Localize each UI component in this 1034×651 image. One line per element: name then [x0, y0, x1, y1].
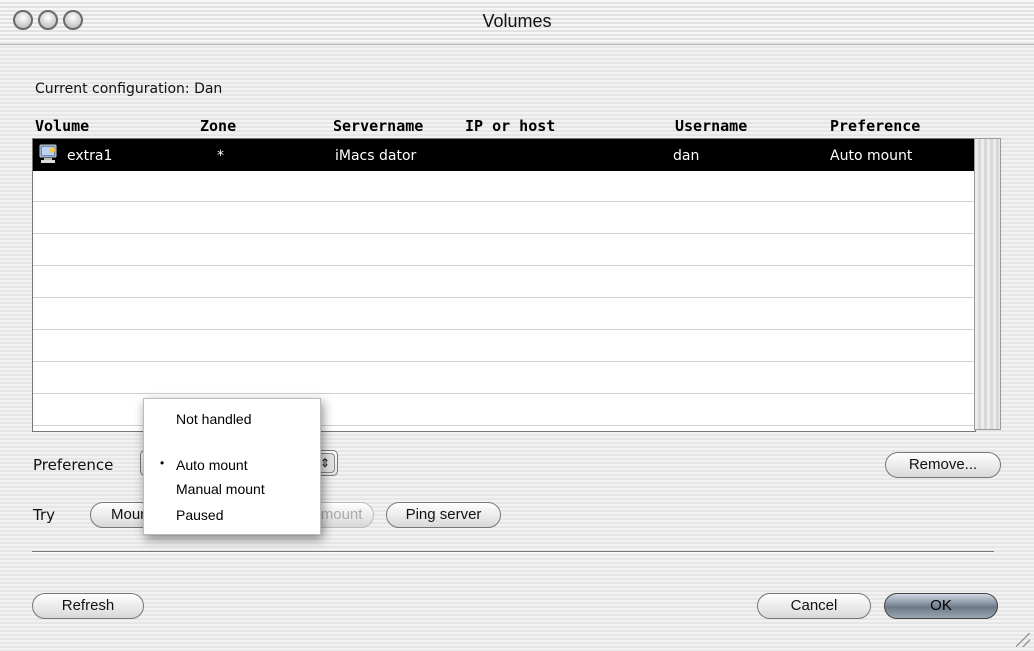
cell-zone: * — [217, 148, 224, 164]
resize-grip-icon[interactable] — [1016, 633, 1030, 647]
table-row-selected[interactable]: extra1 * iMacs dator dan Auto mount — [33, 139, 975, 171]
selected-bullet-icon: • — [160, 456, 165, 470]
preference-label: Preference — [33, 456, 114, 474]
remove-button[interactable]: Remove... — [885, 452, 1001, 478]
ping-server-button[interactable]: Ping server — [386, 502, 501, 528]
column-header-username[interactable]: Username — [675, 117, 747, 135]
divider — [32, 551, 994, 553]
volumes-window: Volumes Current configuration: Dan Volum… — [0, 0, 1034, 651]
cell-preference: Auto mount — [830, 148, 913, 164]
cell-username: dan — [673, 148, 700, 164]
volumes-table[interactable]: extra1 * iMacs dator dan Auto mount — [32, 138, 976, 432]
cell-volume: extra1 — [67, 148, 113, 164]
table-row[interactable] — [33, 235, 975, 266]
refresh-button[interactable]: Refresh — [32, 593, 144, 619]
menu-item-paused[interactable]: Paused — [176, 507, 223, 523]
column-header-ip-or-host[interactable]: IP or host — [465, 117, 555, 135]
cell-servername: iMacs dator — [335, 148, 417, 164]
title-bar[interactable]: Volumes — [0, 0, 1034, 45]
ok-button[interactable]: OK — [884, 593, 998, 619]
current-configuration-label: Current configuration: Dan — [35, 81, 223, 97]
try-label: Try — [33, 506, 56, 524]
preference-dropdown-menu[interactable]: Not handled • Auto mount Manual mount Pa… — [143, 398, 321, 535]
table-row[interactable] — [33, 203, 975, 234]
table-row[interactable] — [33, 171, 975, 202]
column-header-volume[interactable]: Volume — [35, 117, 89, 135]
column-header-servername[interactable]: Servername — [333, 117, 423, 135]
table-row[interactable] — [33, 331, 975, 362]
table-row[interactable] — [33, 299, 975, 330]
table-scrollbar[interactable] — [974, 138, 1001, 430]
table-row[interactable] — [33, 267, 975, 298]
menu-item-manual-mount[interactable]: Manual mount — [176, 481, 265, 497]
menu-item-auto-mount[interactable]: Auto mount — [176, 457, 248, 473]
table-row[interactable] — [33, 363, 975, 394]
window-title: Volumes — [482, 11, 552, 31]
column-header-preference[interactable]: Preference — [830, 117, 920, 135]
column-header-zone[interactable]: Zone — [200, 117, 236, 135]
menu-item-not-handled[interactable]: Not handled — [176, 411, 252, 427]
server-volume-icon — [37, 144, 59, 164]
cancel-button[interactable]: Cancel — [757, 593, 871, 619]
